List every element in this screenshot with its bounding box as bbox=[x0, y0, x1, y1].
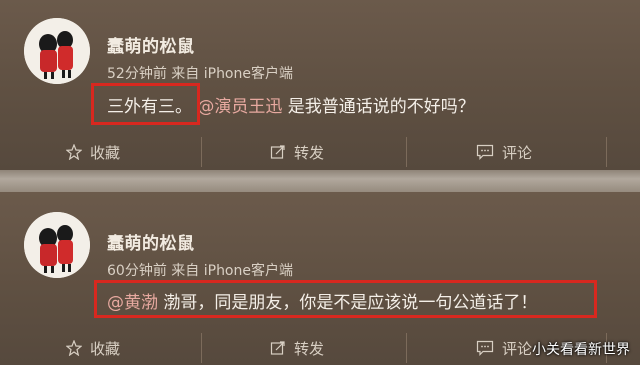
post-body-text: 是我普通话说的不好吗？ bbox=[282, 97, 475, 117]
comment-icon bbox=[476, 144, 494, 160]
favorite-label: 收藏 bbox=[90, 143, 121, 162]
avatar[interactable] bbox=[24, 212, 90, 278]
forward-icon bbox=[270, 340, 286, 356]
comment-icon bbox=[476, 340, 494, 356]
watermark: 小关看看新世界 bbox=[532, 342, 630, 358]
highlight-box bbox=[91, 83, 200, 125]
post-time: 60分钟前 bbox=[107, 263, 167, 279]
mention-link[interactable]: @演员王迅 bbox=[197, 97, 282, 117]
forward-button[interactable]: 转发 bbox=[270, 331, 324, 365]
action-bar: 收藏 转发 评论 bbox=[0, 135, 640, 169]
comment-label: 评论 bbox=[502, 143, 533, 162]
star-icon bbox=[66, 144, 82, 160]
favorite-button[interactable]: 收藏 bbox=[66, 331, 120, 365]
card-separator bbox=[0, 170, 640, 192]
forward-icon bbox=[270, 144, 286, 160]
username[interactable]: 蠢萌的松鼠 bbox=[107, 229, 195, 254]
post-meta: 52分钟前 来自 iPhone客户端 bbox=[107, 63, 293, 83]
username[interactable]: 蠢萌的松鼠 bbox=[107, 32, 195, 57]
favorite-button[interactable]: 收藏 bbox=[66, 135, 120, 169]
avatar[interactable] bbox=[24, 18, 90, 84]
forward-label: 转发 bbox=[294, 339, 325, 358]
star-icon bbox=[66, 340, 82, 356]
comment-button[interactable]: 评论 bbox=[476, 331, 532, 365]
post-source: 来自 iPhone客户端 bbox=[171, 66, 293, 82]
highlight-box bbox=[94, 280, 597, 318]
post-meta: 60分钟前 来自 iPhone客户端 bbox=[107, 260, 293, 280]
forward-button[interactable]: 转发 bbox=[270, 135, 324, 169]
post-source: 来自 iPhone客户端 bbox=[171, 263, 293, 279]
comment-label: 评论 bbox=[502, 339, 533, 358]
divider bbox=[406, 333, 407, 363]
forward-label: 转发 bbox=[294, 143, 325, 162]
favorite-label: 收藏 bbox=[90, 339, 121, 358]
comment-button[interactable]: 评论 bbox=[476, 135, 532, 169]
divider bbox=[201, 137, 202, 167]
divider bbox=[606, 137, 607, 167]
weibo-post-1: 蠢萌的松鼠 52分钟前 来自 iPhone客户端 三外有三。 @演员王迅 是我普… bbox=[0, 0, 640, 170]
divider bbox=[201, 333, 202, 363]
divider bbox=[406, 137, 407, 167]
post-time: 52分钟前 bbox=[107, 66, 167, 82]
